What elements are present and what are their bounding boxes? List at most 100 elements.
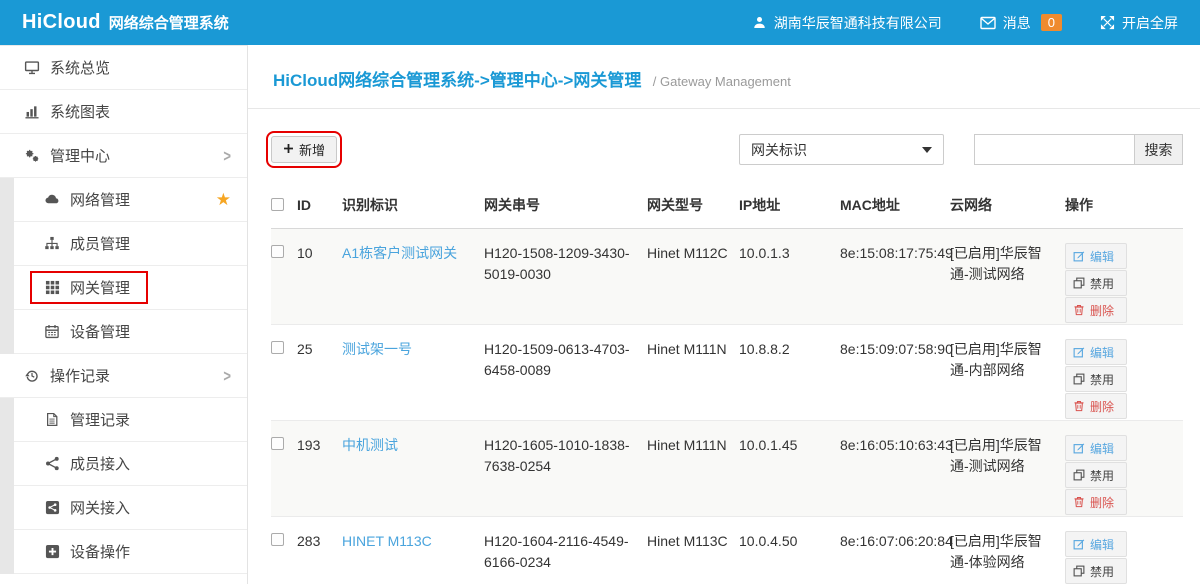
- edit-icon: [1073, 346, 1085, 358]
- clone-icon: [1073, 277, 1085, 289]
- sidebar-item-device-operations[interactable]: 设备操作: [14, 530, 247, 574]
- trash-icon: [1073, 304, 1085, 316]
- expand-icon: [1100, 15, 1115, 30]
- star-icon[interactable]: ★: [216, 191, 231, 208]
- company-menu[interactable]: 湖南华辰智通科技有限公司: [752, 13, 942, 33]
- sidebar-item-system-overview[interactable]: 系统总览: [0, 46, 247, 90]
- envelope-icon: [980, 16, 996, 30]
- sidebar-item-member-access[interactable]: 成员接入: [14, 442, 247, 486]
- add-button[interactable]: 新增: [271, 136, 337, 163]
- cell-model: Hinet M111N: [647, 421, 739, 517]
- caret-down-icon: [922, 147, 932, 153]
- plus-square-icon: [41, 544, 63, 559]
- management-center-submenu: 网络管理 ★ 成员管理 网关管理 设备管理: [0, 178, 247, 354]
- clone-icon: [1073, 565, 1085, 577]
- messages-menu[interactable]: 消息 0: [980, 13, 1062, 33]
- disable-button[interactable]: 禁用: [1065, 270, 1127, 296]
- sidebar-item-label: 成员接入: [70, 453, 130, 474]
- document-icon: [41, 412, 63, 427]
- app-title: 网络综合管理系统: [109, 12, 229, 33]
- table-row: 10 A1栋客户测试网关 H120-1508-1209-3430-5019-00…: [271, 229, 1183, 325]
- select-all-checkbox[interactable]: [271, 198, 284, 211]
- calendar-icon: [41, 324, 63, 339]
- sidebar-item-device-management[interactable]: 设备管理: [14, 310, 247, 354]
- sidebar-item-network-management[interactable]: 网络管理 ★: [14, 178, 247, 222]
- cell-serial: H120-1509-0613-4703-6458-0089: [484, 325, 647, 421]
- row-checkbox[interactable]: [271, 341, 284, 354]
- cell-serial: H120-1605-1010-1838-7638-0254: [484, 421, 647, 517]
- cell-mac: 8e:15:08:17:75:49: [840, 229, 950, 325]
- gateway-name-link[interactable]: 中机测试: [342, 437, 398, 453]
- sidebar-item-label: 管理中心: [50, 145, 110, 166]
- cell-id: 25: [297, 325, 342, 421]
- sidebar-item-gateway-access[interactable]: 网关接入: [14, 486, 247, 530]
- sidebar-item-label: 网络管理: [70, 189, 130, 210]
- edit-button[interactable]: 编辑: [1065, 435, 1127, 461]
- share-square-icon: [41, 500, 63, 515]
- cell-id: 283: [297, 517, 342, 584]
- messages-count-badge: 0: [1041, 14, 1062, 31]
- gateway-name-link[interactable]: 测试架一号: [342, 341, 412, 357]
- sidebar-item-label: 网关管理: [70, 277, 130, 298]
- cell-mac: 8e:15:09:07:58:90: [840, 325, 950, 421]
- cell-ip: 10.0.1.45: [739, 421, 840, 517]
- gateway-name-link[interactable]: HINET M113C: [342, 533, 432, 549]
- delete-button[interactable]: 删除: [1065, 297, 1127, 323]
- desktop-icon: [21, 60, 43, 75]
- edit-button[interactable]: 编辑: [1065, 531, 1127, 557]
- disable-button[interactable]: 禁用: [1065, 462, 1127, 488]
- edit-icon: [1073, 442, 1085, 454]
- edit-icon: [1073, 250, 1085, 262]
- disable-button[interactable]: 禁用: [1065, 558, 1127, 584]
- edit-button[interactable]: 编辑: [1065, 243, 1127, 269]
- sidebar-item-member-management[interactable]: 成员管理: [14, 222, 247, 266]
- main-panel: HiCloud网络综合管理系统->管理中心->网关管理 / Gateway Ma…: [248, 45, 1200, 584]
- search-button[interactable]: 搜索: [1134, 134, 1183, 165]
- delete-button[interactable]: 删除: [1065, 393, 1127, 419]
- sitemap-icon: [41, 236, 63, 251]
- share-icon: [41, 456, 63, 471]
- cell-serial: H120-1508-1209-3430-5019-0030: [484, 229, 647, 325]
- sidebar-item-label: 设备管理: [70, 321, 130, 342]
- cloud-icon: [41, 192, 63, 207]
- sidebar-item-label: 成员管理: [70, 233, 130, 254]
- sidebar-item-label: 设备操作: [70, 541, 130, 562]
- cell-network: [已启用]华辰智通-内部网络: [950, 325, 1065, 421]
- cell-network: [已启用]华辰智通-测试网络: [950, 229, 1065, 325]
- grid-icon: [41, 280, 63, 295]
- cell-model: Hinet M112C: [647, 229, 739, 325]
- search-group: 搜索: [974, 134, 1183, 165]
- app-logo: HiCloud: [22, 11, 101, 34]
- breadcrumb: HiCloud网络综合管理系统->管理中心->网关管理: [273, 71, 641, 90]
- sidebar-item-system-charts[interactable]: 系统图表: [0, 90, 247, 134]
- sidebar-item-label: 网关接入: [70, 497, 130, 518]
- sidebar-item-label: 系统图表: [50, 101, 110, 122]
- delete-button[interactable]: 删除: [1065, 489, 1127, 515]
- topbar: HiCloud 网络综合管理系统 湖南华辰智通科技有限公司 消息 0 开启全屏: [0, 0, 1200, 45]
- row-checkbox[interactable]: [271, 533, 284, 546]
- gateway-filter-select[interactable]: 网关标识: [739, 134, 944, 165]
- fullscreen-label: 开启全屏: [1122, 13, 1178, 33]
- column-header-serial: 网关串号: [484, 182, 647, 229]
- cell-ip: 10.0.4.50: [739, 517, 840, 584]
- disable-button[interactable]: 禁用: [1065, 366, 1127, 392]
- table-row: 193 中机测试 H120-1605-1010-1838-7638-0254 H…: [271, 421, 1183, 517]
- column-header-mac: MAC地址: [840, 182, 950, 229]
- operation-records-submenu: 管理记录 成员接入 网关接入 设备操作: [0, 398, 247, 574]
- search-input[interactable]: [974, 134, 1134, 165]
- sidebar-item-management-center[interactable]: 管理中心 >: [0, 134, 247, 178]
- row-checkbox[interactable]: [271, 245, 284, 258]
- gateway-name-link[interactable]: A1栋客户测试网关: [342, 245, 457, 261]
- column-header-ip: IP地址: [739, 182, 840, 229]
- sidebar-item-operation-records[interactable]: 操作记录 >: [0, 354, 247, 398]
- cell-network: [已启用]华辰智通-测试网络: [950, 421, 1065, 517]
- sidebar-item-label: 管理记录: [70, 409, 130, 430]
- row-checkbox[interactable]: [271, 437, 284, 450]
- edit-button[interactable]: 编辑: [1065, 339, 1127, 365]
- company-name: 湖南华辰智通科技有限公司: [774, 13, 942, 33]
- bar-chart-icon: [21, 104, 43, 119]
- sidebar-item-gateway-management[interactable]: 网关管理: [14, 266, 247, 310]
- sidebar-item-management-records[interactable]: 管理记录: [14, 398, 247, 442]
- breadcrumb-subtitle: / Gateway Management: [653, 74, 791, 89]
- fullscreen-button[interactable]: 开启全屏: [1100, 13, 1178, 33]
